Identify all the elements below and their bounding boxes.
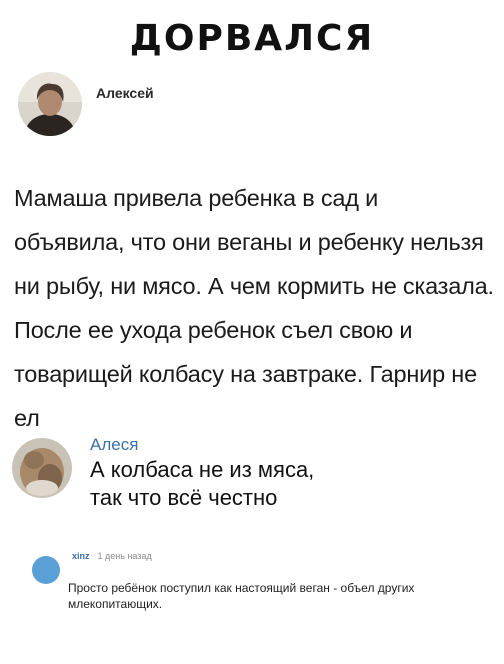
user-avatar[interactable]	[32, 556, 60, 584]
reply-timestamp: 1 день назад	[97, 551, 152, 561]
reply: xinz 1 день назад Просто ребёнок поступил…	[32, 548, 504, 612]
reply-username[interactable]: xinz	[72, 551, 90, 561]
comment: Алеся А колбаса не из мяса, так что всё …	[12, 434, 314, 512]
meme-title: ДОРВАЛСЯ	[129, 18, 375, 59]
post-text: Мамаша привела ребенка в сад и объявила,…	[14, 185, 494, 431]
comment-text: А колбаса не из мяса, так что всё честно	[90, 457, 315, 510]
commenter-avatar[interactable]	[12, 438, 72, 498]
commenter-name[interactable]: Алеся	[90, 434, 314, 456]
author-name[interactable]: Алексей	[96, 85, 154, 101]
author-avatar[interactable]	[18, 72, 82, 136]
reply-text: Просто ребёнок поступил как настоящий ве…	[68, 581, 415, 611]
reply-meta: xinz 1 день назад	[72, 548, 504, 564]
post-author: Алексей	[18, 72, 154, 136]
